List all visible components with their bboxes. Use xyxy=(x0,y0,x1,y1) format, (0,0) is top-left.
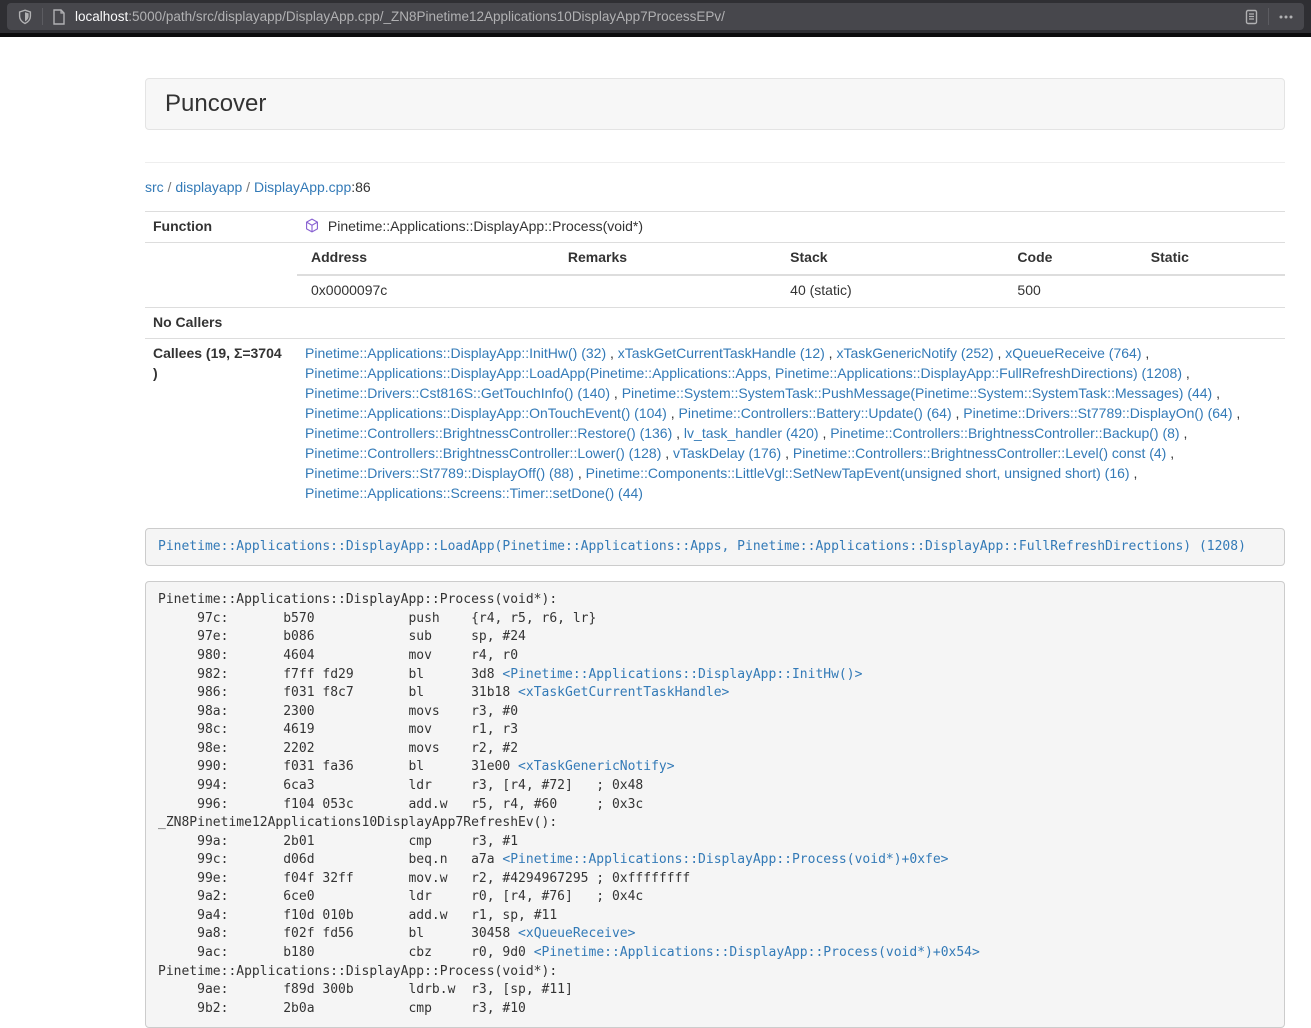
callee-link[interactable]: Pinetime::Drivers::St7789::DisplayOff() … xyxy=(305,465,574,481)
callee-link[interactable]: Pinetime::Applications::Screens::Timer::… xyxy=(305,485,643,501)
brand-panel: Puncover xyxy=(145,78,1285,130)
callee-link[interactable]: Pinetime::Controllers::BrightnessControl… xyxy=(830,425,1179,441)
breadcrumb-line-number: :86 xyxy=(351,179,370,195)
chrome-bottom-strip xyxy=(0,33,1311,37)
breadcrumb-separator: / xyxy=(242,179,254,195)
callee-link[interactable]: vTaskDelay (176) xyxy=(673,445,781,461)
stack-value: 40 (static) xyxy=(776,275,1003,307)
asm-symbol-link[interactable]: <Pinetime::Applications::DisplayApp::Pro… xyxy=(502,852,948,867)
brand-title: Puncover xyxy=(165,87,266,121)
metrics-table: Address Remarks Stack Code Static 0x0000… xyxy=(297,243,1285,307)
callee-link[interactable]: Pinetime::Applications::DisplayApp::Load… xyxy=(305,365,1182,381)
callee-link[interactable]: Pinetime::Applications::DisplayApp::OnTo… xyxy=(305,405,667,421)
metrics-row: Address Remarks Stack Code Static 0x0000… xyxy=(145,242,1285,307)
address-value: 0x0000097c xyxy=(297,275,554,307)
metrics-values-row: 0x0000097c 40 (static) 500 xyxy=(297,275,1285,307)
shield-icon[interactable] xyxy=(17,9,33,25)
function-row: Function Pinetime::Applications::Display… xyxy=(145,211,1285,242)
callee-link[interactable]: Pinetime::System::SystemTask::PushMessag… xyxy=(622,385,1213,401)
content-divider xyxy=(145,162,1285,163)
page-icon[interactable] xyxy=(52,9,66,25)
asm-symbol-link[interactable]: <Pinetime::Applications::DisplayApp::Ini… xyxy=(502,667,862,682)
callees-row: Callees (19, Σ=3704 ) Pinetime::Applicat… xyxy=(145,338,1285,508)
metrics-cell: Address Remarks Stack Code Static 0x0000… xyxy=(297,242,1285,307)
no-callers-row: No Callers xyxy=(145,307,1285,338)
asm-symbol-link[interactable]: <xQueueReceive> xyxy=(518,926,635,941)
breadcrumb-separator: / xyxy=(164,179,176,195)
callee-link[interactable]: Pinetime::Controllers::Battery::Update()… xyxy=(679,405,952,421)
overflow-menu-icon[interactable] xyxy=(1278,9,1294,25)
asm-symbol-link[interactable]: <xTaskGetCurrentTaskHandle> xyxy=(518,685,729,700)
callee-link[interactable]: Pinetime::Controllers::BrightnessControl… xyxy=(305,445,661,461)
asm-symbol-link[interactable]: <Pinetime::Applications::DisplayApp::Pro… xyxy=(534,945,980,960)
function-name: Pinetime::Applications::DisplayApp::Proc… xyxy=(328,218,643,234)
function-name-cell: Pinetime::Applications::DisplayApp::Proc… xyxy=(297,211,1285,242)
assembly-code: Pinetime::Applications::DisplayApp::Proc… xyxy=(145,581,1285,1028)
callee-link[interactable]: Pinetime::Applications::DisplayApp::Init… xyxy=(305,345,606,361)
breadcrumb-link[interactable]: src xyxy=(145,179,164,195)
url-bar[interactable]: localhost:5000/path/src/displayapp/Displ… xyxy=(7,3,1304,30)
urlbar-separator xyxy=(42,8,43,25)
static-header: Static xyxy=(1137,243,1285,275)
callee-link[interactable]: Pinetime::Drivers::Cst816S::GetTouchInfo… xyxy=(305,385,610,401)
remarks-value xyxy=(554,275,776,307)
callee-link[interactable]: lv_task_handler (420) xyxy=(684,425,819,441)
callees-label: Callees (19, Σ=3704 ) xyxy=(145,338,297,508)
metrics-row-label xyxy=(145,242,297,307)
callee-link[interactable]: Pinetime::Controllers::BrightnessControl… xyxy=(793,445,1166,461)
no-callers-cell xyxy=(297,307,1285,338)
code-header: Code xyxy=(1003,243,1136,275)
browser-chrome: localhost:5000/path/src/displayapp/Displ… xyxy=(0,0,1311,33)
breadcrumb-link[interactable]: displayapp xyxy=(175,179,242,195)
toolbar-separator xyxy=(1268,8,1269,25)
breadcrumb: src / displayapp / DisplayApp.cpp:86 xyxy=(145,178,1285,198)
url-host: localhost xyxy=(75,9,128,24)
callees-list: Pinetime::Applications::DisplayApp::Init… xyxy=(297,338,1285,508)
loadapp-block: Pinetime::Applications::DisplayApp::Load… xyxy=(145,528,1285,567)
function-table: Function Pinetime::Applications::Display… xyxy=(145,211,1285,509)
page-container: Puncover src / displayapp / DisplayApp.c… xyxy=(145,78,1285,1028)
static-value xyxy=(1137,275,1285,307)
breadcrumb-link[interactable]: DisplayApp.cpp xyxy=(254,179,351,195)
symbol-cube-icon xyxy=(305,218,319,233)
address-header: Address xyxy=(297,243,554,275)
callee-link[interactable]: xTaskGetCurrentTaskHandle (12) xyxy=(618,345,825,361)
reader-mode-icon[interactable] xyxy=(1244,9,1259,25)
callee-link[interactable]: xQueueReceive (764) xyxy=(1005,345,1141,361)
function-label: Function xyxy=(145,211,297,242)
callee-link[interactable]: Pinetime::Controllers::BrightnessControl… xyxy=(305,425,672,441)
callee-link[interactable]: Pinetime::Components::LittleVgl::SetNewT… xyxy=(586,465,1130,481)
callee-link[interactable]: xTaskGenericNotify (252) xyxy=(836,345,993,361)
url-path: :5000/path/src/displayapp/DisplayApp.cpp… xyxy=(128,9,725,24)
url-input[interactable]: localhost:5000/path/src/displayapp/Displ… xyxy=(75,7,1244,26)
callee-link[interactable]: Pinetime::Drivers::St7789::DisplayOn() (… xyxy=(963,405,1232,421)
remarks-header: Remarks xyxy=(554,243,776,275)
stack-header: Stack xyxy=(776,243,1003,275)
code-value: 500 xyxy=(1003,275,1136,307)
no-callers-label: No Callers xyxy=(145,307,297,338)
asm-symbol-link[interactable]: <xTaskGenericNotify> xyxy=(518,759,675,774)
loadapp-link[interactable]: Pinetime::Applications::DisplayApp::Load… xyxy=(158,539,1246,554)
